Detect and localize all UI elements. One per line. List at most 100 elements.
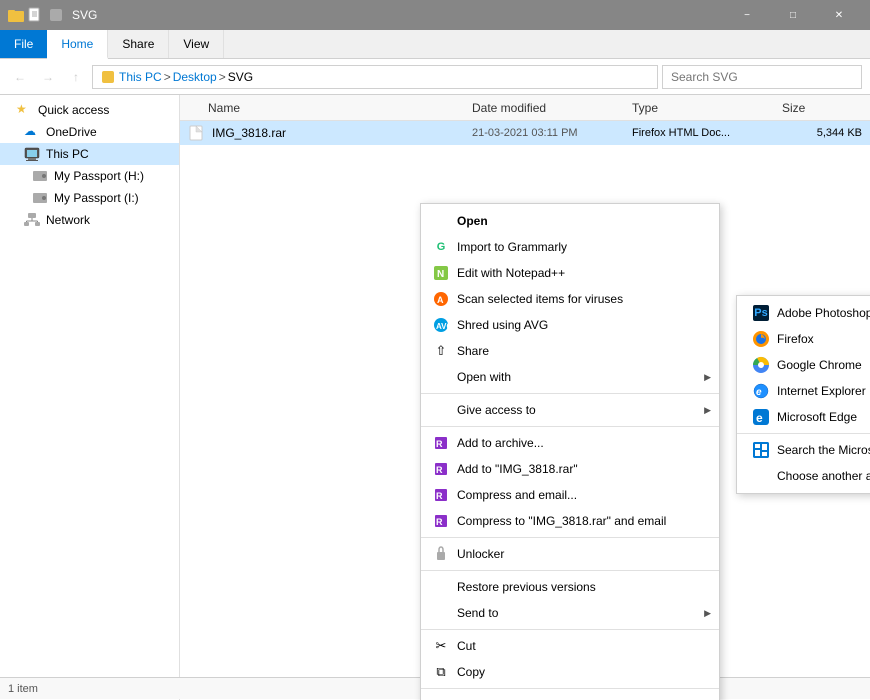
svg-text:e: e [756, 411, 763, 425]
winrar4-icon: R [433, 513, 449, 529]
sub-item-chrome[interactable]: Google Chrome [737, 352, 870, 378]
col-header-name[interactable]: Name [188, 101, 472, 115]
title-bar: SVG − □ ✕ [0, 0, 870, 30]
ctx-sep-5 [421, 629, 719, 630]
sidebar-item-passport-h[interactable]: My Passport (H:) [0, 165, 179, 187]
ctx-sep-6 [421, 688, 719, 689]
ps-icon: Ps [753, 305, 769, 321]
onedrive-icon: ☁ [24, 124, 40, 140]
tab-share[interactable]: Share [108, 30, 169, 58]
ctx-sendto[interactable]: Send to [421, 600, 719, 626]
window-title: SVG [72, 8, 724, 22]
ctx-avg[interactable]: AVG Shred using AVG [421, 312, 719, 338]
sub-sep-1 [737, 433, 870, 434]
sub-item-ps[interactable]: Ps Adobe Photoshop CS6 [737, 300, 870, 326]
ctx-compress-email[interactable]: R Compress and email... [421, 482, 719, 508]
ctx-addarchive[interactable]: R Add to archive... [421, 430, 719, 456]
col-header-size[interactable]: Size [782, 101, 862, 115]
address-path[interactable]: This PC > Desktop > SVG [92, 65, 658, 89]
sendto-icon [433, 605, 449, 621]
ctx-scan[interactable]: A Scan selected items for viruses [421, 286, 719, 312]
copy-icon: ⧉ [433, 664, 449, 680]
sidebar-item-network[interactable]: Network [0, 209, 179, 231]
avg-icon: AVG [433, 317, 449, 333]
ribbon-tabs: File Home Share View [0, 30, 870, 58]
openwith-icon [433, 369, 449, 385]
main-layout: ★ Quick access ☁ OneDrive This PC [0, 95, 870, 700]
sub-item-store[interactable]: Search the Microsoft Store [737, 437, 870, 463]
close-button[interactable]: ✕ [816, 0, 862, 30]
sidebar-onedrive-label: OneDrive [46, 125, 97, 139]
grammarly-icon: G [433, 239, 449, 255]
ctx-compress-rar-email[interactable]: R Compress to "IMG_3818.rar" and email [421, 508, 719, 534]
window-controls: − □ ✕ [724, 0, 862, 30]
other-app-icon [753, 468, 769, 484]
minimize-button[interactable]: − [724, 0, 770, 30]
sidebar-item-onedrive[interactable]: ☁ OneDrive [0, 121, 179, 143]
tab-file-label: File [14, 37, 33, 51]
avast-icon: A [433, 291, 449, 307]
title-bar-icons [8, 7, 64, 23]
status-text: 1 item [8, 683, 38, 695]
pc-icon [24, 146, 40, 162]
path-sep-1: > [164, 70, 171, 84]
svg-text:R: R [436, 439, 443, 449]
folder-icon [8, 7, 24, 23]
ctx-sep-1 [421, 393, 719, 394]
address-bar: ← → ↑ This PC > Desktop > SVG [0, 59, 870, 95]
table-row[interactable]: IMG_3818.rar 21-03-2021 03:11 PM Firefox… [180, 121, 870, 145]
tab-home[interactable]: Home [47, 30, 108, 59]
file-size: 5,344 KB [782, 127, 862, 139]
file-list: Name Date modified Type Size IMG_3818.ra… [180, 95, 870, 700]
tab-view[interactable]: View [169, 30, 224, 58]
sub-item-ie[interactable]: e Internet Explorer [737, 378, 870, 404]
sidebar-quickaccess-label: Quick access [38, 103, 109, 117]
restore-icon [433, 579, 449, 595]
notepadpp-icon: N [433, 265, 449, 281]
svg-text:AVG: AVG [436, 322, 453, 331]
ctx-grammarly[interactable]: G Import to Grammarly [421, 234, 719, 260]
ctx-open[interactable]: Open [421, 208, 719, 234]
up-button[interactable]: ↑ [64, 65, 88, 89]
path-home-icon [101, 70, 115, 84]
ctx-openwith[interactable]: Open with [421, 364, 719, 390]
file-modified: 21-03-2021 03:11 PM [472, 127, 632, 139]
ctx-notepadpp[interactable]: N Edit with Notepad++ [421, 260, 719, 286]
col-header-modified[interactable]: Date modified [472, 101, 632, 115]
path-thispc: This PC [119, 70, 162, 84]
edge-icon: e [753, 409, 769, 425]
ctx-sep-3 [421, 537, 719, 538]
tab-share-label: Share [122, 37, 154, 51]
firefox-icon [753, 331, 769, 347]
sidebar-item-quickaccess[interactable]: ★ Quick access [0, 99, 179, 121]
sidebar-item-thispc[interactable]: This PC [0, 143, 179, 165]
sidebar-passport-i-label: My Passport (I:) [54, 191, 139, 205]
ctx-sep-4 [421, 570, 719, 571]
forward-button[interactable]: → [36, 65, 60, 89]
maximize-button[interactable]: □ [770, 0, 816, 30]
sub-item-other[interactable]: Choose another app [737, 463, 870, 489]
svg-text:R: R [436, 465, 443, 475]
ctx-restore[interactable]: Restore previous versions [421, 574, 719, 600]
ctx-giveaccess[interactable]: Give access to [421, 397, 719, 423]
sub-item-edge[interactable]: e Microsoft Edge [737, 404, 870, 430]
back-button[interactable]: ← [8, 65, 32, 89]
openwith-submenu: Ps Adobe Photoshop CS6 Firefox [736, 295, 870, 494]
col-header-type[interactable]: Type [632, 101, 782, 115]
new-doc-icon [28, 7, 44, 23]
sub-item-firefox[interactable]: Firefox [737, 326, 870, 352]
ctx-copy[interactable]: ⧉ Copy [421, 659, 719, 685]
ctx-unlocker[interactable]: Unlocker [421, 541, 719, 567]
svg-text:A: A [437, 295, 444, 305]
sidebar-item-passport-i[interactable]: My Passport (I:) [0, 187, 179, 209]
file-name: IMG_3818.rar [208, 126, 472, 140]
search-input[interactable] [662, 65, 862, 89]
ctx-share[interactable]: ⇧ Share [421, 338, 719, 364]
pin-icon [48, 7, 64, 23]
svg-text:e: e [756, 387, 762, 398]
context-menu: Open G Import to Grammarly N Edit with N… [420, 203, 720, 700]
ctx-cut[interactable]: ✂ Cut [421, 633, 719, 659]
network-icon [24, 212, 40, 228]
ctx-addrar[interactable]: R Add to "IMG_3818.rar" [421, 456, 719, 482]
tab-file[interactable]: File [0, 30, 47, 58]
